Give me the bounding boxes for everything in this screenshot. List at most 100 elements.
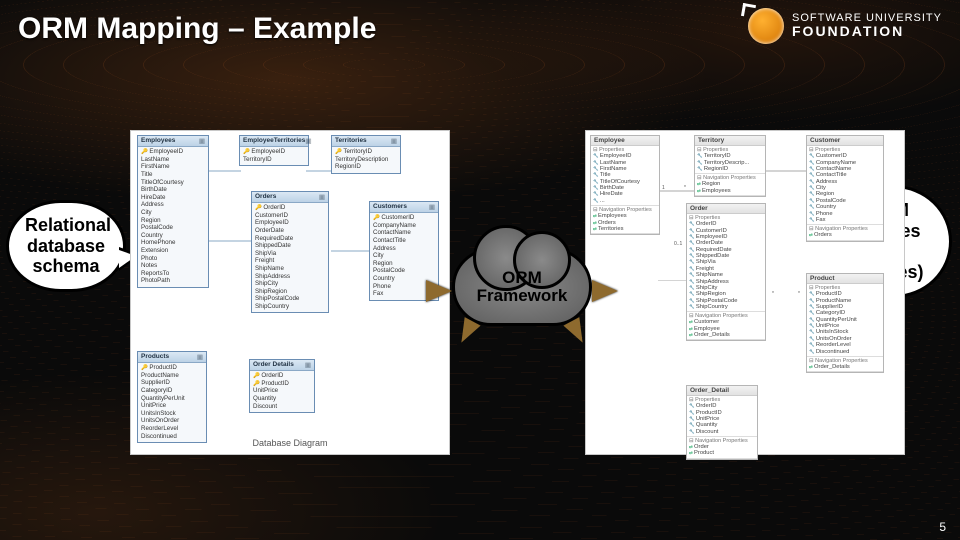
field: PostalCode bbox=[141, 224, 205, 232]
cardinality: 0..1 bbox=[674, 241, 682, 247]
field: SupplierID bbox=[141, 379, 203, 387]
entity-order: Order PropertiesOrderIDCustomerIDEmploye… bbox=[686, 203, 766, 341]
field: UnitsInStock bbox=[141, 410, 203, 418]
field: ProductID bbox=[253, 380, 311, 388]
db-caption: Database Diagram bbox=[131, 438, 449, 448]
page-number: 5 bbox=[939, 520, 946, 534]
table-employees: Employees EmployeeIDLastNameFirstNameTit… bbox=[137, 135, 209, 288]
field: Discontinued bbox=[809, 348, 881, 354]
field: Order_Details bbox=[689, 332, 763, 338]
entity-customer: Customer PropertiesCustomerIDCompanyName… bbox=[806, 135, 884, 242]
entity-territory: Territory PropertiesTerritoryIDTerritory… bbox=[694, 135, 766, 197]
field: CustomerID bbox=[373, 214, 435, 222]
field: ShipCountry bbox=[255, 303, 325, 311]
field: FirstName bbox=[141, 163, 205, 171]
field: TerritoryID bbox=[243, 156, 305, 164]
field: Extension bbox=[141, 247, 205, 255]
field: BirthDate bbox=[141, 186, 205, 194]
field: UnitPrice bbox=[253, 387, 311, 395]
cloud-l1: ORM bbox=[502, 269, 542, 287]
orm-framework-cloud: ORM Framework bbox=[452, 248, 592, 326]
field: Product bbox=[689, 450, 755, 456]
cloud-l2: Framework bbox=[477, 287, 568, 305]
field: ProductName bbox=[141, 372, 203, 380]
field: TerritoryID bbox=[335, 148, 397, 156]
field: OrderDate bbox=[255, 227, 325, 235]
field: Territories bbox=[593, 226, 657, 232]
field: ShipPostalCode bbox=[255, 295, 325, 303]
bubble-left-l2: database bbox=[25, 236, 107, 257]
table-products: Products ProductIDProductNameSupplierIDC… bbox=[137, 351, 207, 443]
table-territories: Territories TerritoryIDTerritoryDescript… bbox=[331, 135, 401, 174]
db-schema-panel: Employees EmployeeIDLastNameFirstNameTit… bbox=[130, 130, 450, 455]
field: Photo bbox=[141, 254, 205, 262]
softuni-logo: SOFTWARE UNIVERSITY FOUNDATION bbox=[748, 8, 942, 44]
field: City bbox=[141, 209, 205, 217]
entity-product: Product PropertiesProductIDProductNameSu… bbox=[806, 273, 884, 373]
entity-employee: Employee PropertiesEmployeeIDLastNameFir… bbox=[590, 135, 660, 235]
field: Notes bbox=[141, 262, 205, 270]
field: UnitPrice bbox=[141, 402, 203, 410]
field: ShipCity bbox=[255, 280, 325, 288]
field: ShipRegion bbox=[255, 288, 325, 296]
entities-panel: Employee PropertiesEmployeeIDLastNameFir… bbox=[585, 130, 905, 455]
cardinality: * bbox=[772, 291, 774, 297]
slide-title: ORM Mapping – Example bbox=[18, 12, 376, 46]
field: ShipVia bbox=[255, 250, 325, 258]
field: Country bbox=[141, 232, 205, 240]
field: ShippedDate bbox=[255, 242, 325, 250]
arrow-into-cloud-icon bbox=[426, 280, 452, 302]
field: ShipName bbox=[255, 265, 325, 273]
field: ShipCountry bbox=[689, 304, 763, 310]
field: OrderID bbox=[253, 372, 311, 380]
field: RequiredDate bbox=[255, 234, 325, 242]
field: Region bbox=[373, 260, 435, 268]
cardinality: * bbox=[798, 291, 800, 297]
field: CustomerID bbox=[255, 212, 325, 220]
entity-order-detail: Order_Detail PropertiesOrderIDProductIDU… bbox=[686, 385, 758, 460]
bubble-db-schema: Relational database schema bbox=[6, 200, 126, 292]
field: CompanyName bbox=[373, 222, 435, 230]
field: ReportsTo bbox=[141, 270, 205, 278]
field: QuantityPerUnit bbox=[141, 394, 203, 402]
field: PostalCode bbox=[373, 267, 435, 275]
bubble-left-l1: Relational bbox=[25, 215, 107, 236]
field: ReorderLevel bbox=[141, 425, 203, 433]
table-emp-territories: EmployeeTerritories EmployeeIDTerritoryI… bbox=[239, 135, 309, 166]
field: EmployeeID bbox=[243, 148, 305, 156]
field: ContactTitle bbox=[373, 237, 435, 245]
field: Fax bbox=[809, 217, 881, 223]
field: ContactName bbox=[373, 229, 435, 237]
field: OrderID bbox=[255, 204, 325, 212]
field: Employees bbox=[697, 188, 763, 194]
field: HireDate bbox=[141, 194, 205, 202]
field: UnitsOnOrder bbox=[141, 417, 203, 425]
field: Address bbox=[373, 244, 435, 252]
field: Quantity bbox=[253, 395, 311, 403]
field: EmployeeID bbox=[255, 219, 325, 227]
field: Freight bbox=[255, 257, 325, 265]
field: City bbox=[373, 252, 435, 260]
field: LastName bbox=[141, 156, 205, 164]
field: Address bbox=[141, 201, 205, 209]
field: RegionID bbox=[335, 163, 397, 171]
field: TitleOfCourtesy bbox=[141, 178, 205, 186]
field: RegionID bbox=[697, 166, 763, 172]
logo-line2: FOUNDATION bbox=[792, 23, 904, 39]
field: TerritoryDescription bbox=[335, 156, 397, 164]
field: CategoryID bbox=[141, 387, 203, 395]
logo-text: SOFTWARE UNIVERSITY FOUNDATION bbox=[792, 12, 942, 39]
table-orders: Orders OrderIDCustomerIDEmployeeIDOrderD… bbox=[251, 191, 329, 313]
field: PhotoPath bbox=[141, 277, 205, 285]
bulb-icon bbox=[748, 8, 784, 44]
field: EmployeeID bbox=[141, 148, 205, 156]
field: Discount bbox=[689, 429, 755, 435]
bubble-left-l3: schema bbox=[25, 256, 107, 277]
field: ProductID bbox=[141, 364, 203, 372]
cardinality: * bbox=[684, 185, 686, 191]
field: Orders bbox=[809, 232, 881, 238]
field: Title bbox=[141, 171, 205, 179]
field: Region bbox=[141, 216, 205, 224]
field: ShipAddress bbox=[255, 272, 325, 280]
field: HomePhone bbox=[141, 239, 205, 247]
